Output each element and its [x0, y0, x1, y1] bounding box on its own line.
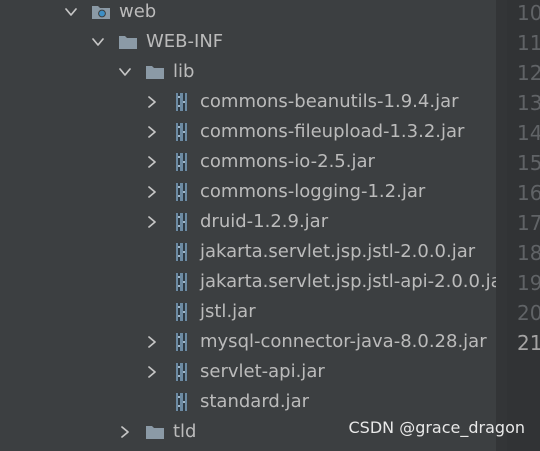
tree-row[interactable]: WEB-INF [0, 27, 496, 57]
jar-icon [172, 272, 192, 292]
chevron-right-icon[interactable] [146, 216, 158, 228]
jar-icon [172, 212, 192, 232]
jar-icon [172, 242, 192, 262]
tree-row[interactable]: commons-io-2.5.jar [0, 147, 496, 177]
jar-icon [172, 302, 192, 322]
tree-row-label: druid-1.2.9.jar [200, 211, 329, 232]
tree-row[interactable]: jakarta.servlet.jsp.jstl-2.0.0.jar [0, 237, 496, 267]
tree-row-label: commons-logging-1.2.jar [200, 181, 426, 202]
line-number: 16 [517, 181, 540, 205]
panel-splitter[interactable] [496, 0, 507, 451]
line-number: 11 [517, 31, 540, 55]
jar-icon [172, 122, 192, 142]
folder-icon [118, 32, 138, 52]
tree-row-label: commons-io-2.5.jar [200, 151, 375, 172]
tree-row-label: lib [173, 61, 195, 82]
jar-icon [172, 92, 192, 112]
chevron-down-icon[interactable] [92, 36, 104, 48]
editor-gutter: 10 11 12 13 14 15 16 17 18 19 20 21 [507, 0, 540, 451]
tree-row[interactable]: druid-1.2.9.jar [0, 207, 496, 237]
tree-row[interactable]: commons-fileupload-1.3.2.jar [0, 117, 496, 147]
tree-row-label: jstl.jar [200, 301, 256, 322]
line-number: 19 [517, 271, 540, 295]
line-number: 13 [517, 91, 540, 115]
tree-row-label: web [119, 1, 157, 22]
chevron-right-icon[interactable] [146, 156, 158, 168]
project-tree: web WEB-INF lib commons-beanutils-1.9.4.jar… [0, 0, 509, 451]
tree-row-label: commons-fileupload-1.3.2.jar [200, 121, 465, 142]
chevron-right-icon[interactable] [119, 426, 131, 438]
tree-row-label: commons-beanutils-1.9.4.jar [200, 91, 459, 112]
line-number: 15 [517, 151, 540, 175]
line-number: 20 [517, 301, 540, 325]
tree-row[interactable]: mysql-connector-java-8.0.28.jar [0, 327, 496, 357]
jar-icon [172, 332, 192, 352]
chevron-right-icon[interactable] [146, 186, 158, 198]
jar-icon [172, 152, 192, 172]
tree-row-label: mysql-connector-java-8.0.28.jar [200, 331, 487, 352]
tree-row[interactable]: commons-beanutils-1.9.4.jar [0, 87, 496, 117]
tree-row[interactable]: servlet-api.jar [0, 357, 496, 387]
line-number: 10 [517, 1, 540, 25]
chevron-right-icon[interactable] [146, 366, 158, 378]
tree-row[interactable]: web [0, 0, 496, 27]
tree-row-label: WEB-INF [146, 31, 224, 52]
folder-icon [145, 62, 165, 82]
tree-row-label: servlet-api.jar [200, 361, 325, 382]
chevron-right-icon[interactable] [146, 126, 158, 138]
line-number: 12 [517, 61, 540, 85]
web-folder-icon [91, 2, 111, 22]
tree-row-label: tld [173, 421, 197, 442]
line-number: 17 [517, 211, 540, 235]
folder-icon [145, 422, 165, 442]
tree-row-label: standard.jar [200, 391, 309, 412]
chevron-down-icon[interactable] [65, 6, 77, 18]
tree-row[interactable]: commons-logging-1.2.jar [0, 177, 496, 207]
tree-row[interactable]: jakarta.servlet.jsp.jstl-api-2.0.0.jar [0, 267, 509, 297]
watermark: CSDN @grace_dragon [348, 418, 525, 437]
tree-row-label: jakarta.servlet.jsp.jstl-2.0.0.jar [200, 241, 476, 262]
chevron-right-icon[interactable] [146, 96, 158, 108]
chevron-down-icon[interactable] [119, 66, 131, 78]
jar-icon [172, 392, 192, 412]
tree-row[interactable]: lib [0, 57, 496, 87]
line-number: 21 [517, 331, 540, 355]
chevron-right-icon[interactable] [146, 336, 158, 348]
tree-row[interactable]: standard.jar [0, 387, 496, 417]
jar-icon [172, 362, 192, 382]
tree-row-label: jakarta.servlet.jsp.jstl-api-2.0.0.jar [200, 271, 510, 292]
line-number: 18 [517, 241, 540, 265]
jar-icon [172, 182, 192, 202]
line-number: 14 [517, 121, 540, 145]
tree-row[interactable]: jstl.jar [0, 297, 496, 327]
